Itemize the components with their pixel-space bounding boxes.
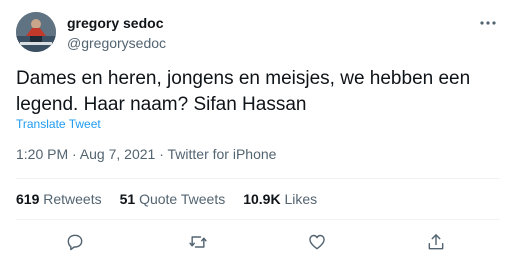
retweets-stat[interactable]: 619 Retweets	[16, 190, 102, 208]
tweet-card: gregory sedoc @gregorysedoc Dames en her…	[0, 0, 512, 261]
retweet-icon	[189, 236, 207, 248]
avatar[interactable]	[16, 12, 56, 52]
likes-label: Likes	[284, 191, 318, 207]
retweet-button[interactable]	[186, 230, 210, 254]
tweet-text-line: Dames en heren, jongens en meisjes, we h…	[16, 68, 471, 89]
likes-stat[interactable]: 10.9K Likes	[243, 190, 317, 208]
quote-tweets-stat[interactable]: 51 Quote Tweets	[120, 190, 226, 208]
avatar-image	[16, 12, 56, 52]
share-button[interactable]	[424, 230, 448, 254]
tweet-timestamp[interactable]: 1:20 PM · Aug 7, 2021 · Twitter for iPho…	[16, 145, 276, 163]
quote-tweets-label: Quote Tweets	[139, 191, 226, 207]
more-dots-icon[interactable]	[478, 16, 498, 30]
tweet-text: Dames en heren, jongens en meisjes, we h…	[16, 66, 500, 118]
tweet-stats: 619 Retweets 51 Quote Tweets 10.9K Likes	[16, 190, 335, 208]
divider	[16, 219, 500, 220]
reply-button[interactable]	[63, 230, 87, 254]
heart-icon	[309, 234, 325, 250]
tweet-text-line: legend. Haar naam? Sifan Hassan	[16, 94, 307, 115]
author-name[interactable]: gregory sedoc	[67, 14, 163, 32]
like-button[interactable]	[305, 230, 329, 254]
author-handle[interactable]: @gregorysedoc	[67, 34, 166, 52]
reply-icon	[67, 234, 83, 251]
quote-tweets-count: 51	[119, 191, 136, 207]
divider	[16, 178, 500, 179]
translate-tweet-link[interactable]: Translate Tweet	[16, 116, 101, 132]
retweets-count: 619	[16, 191, 40, 207]
likes-count: 10.9K	[243, 191, 281, 207]
share-icon	[428, 234, 444, 250]
action-bar	[0, 230, 512, 254]
retweets-label: Retweets	[43, 191, 102, 207]
